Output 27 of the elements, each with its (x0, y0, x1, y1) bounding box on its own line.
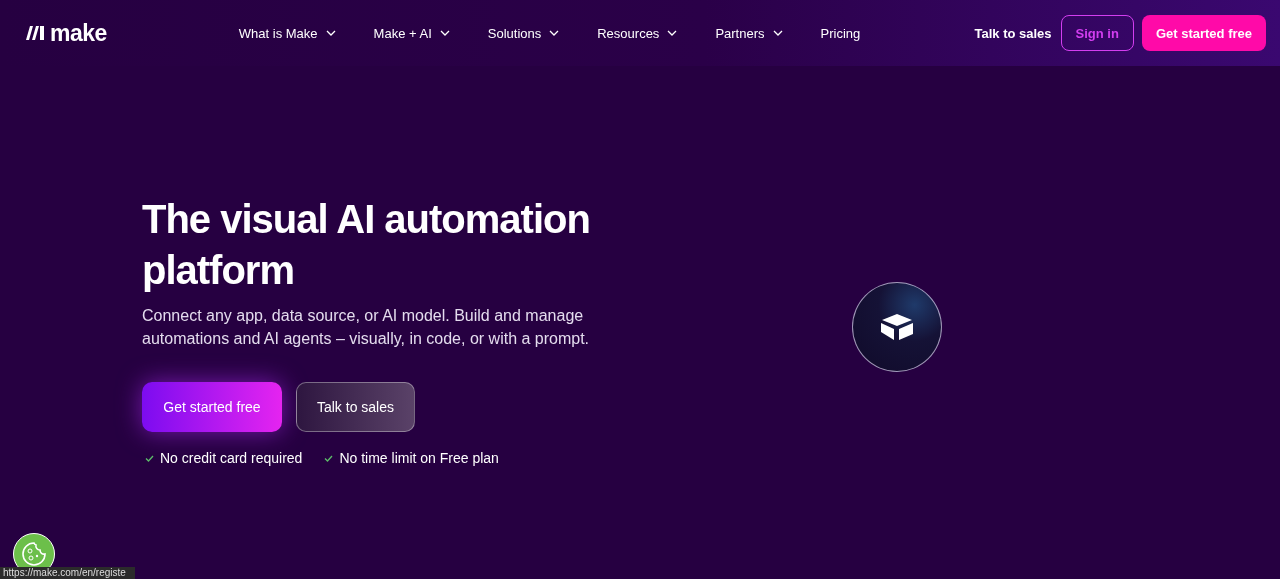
logo-icon (26, 26, 46, 40)
nav-link[interactable]: Solutions (487, 25, 560, 41)
get-started-button[interactable]: Get started free (142, 382, 282, 432)
nav-link[interactable]: Make + AI (373, 25, 450, 41)
chevron-down-icon (772, 30, 783, 36)
chevron-down-icon (439, 30, 450, 36)
nav-link[interactable]: What is Make (238, 25, 336, 41)
feature-text: No time limit on Free plan (339, 450, 499, 466)
chevron-down-icon (549, 30, 560, 36)
logo-text[interactable]: make (50, 19, 107, 47)
hero-subtitle: Connect any app, data source, or AI model. Build and manage automations and AI agents – visually, in code, or with a prompt. (142, 306, 591, 349)
box-icon (880, 314, 914, 340)
hero-title: The visual AI automation platform (142, 196, 591, 294)
nav-link[interactable]: Pricing (820, 25, 861, 41)
feature-text: No credit card required (160, 450, 303, 466)
check-icon (145, 454, 154, 462)
nav-link[interactable]: Resources (597, 25, 678, 41)
talk-to-sales-link[interactable]: Talk to sales (974, 25, 1052, 41)
sign-in-button[interactable]: Sign in (1060, 15, 1134, 51)
chevron-down-icon (667, 30, 678, 36)
talk-to-sales-button[interactable]: Talk to sales (296, 382, 415, 432)
link-url-tooltip: https://make.com/en/registe (0, 567, 135, 579)
chevron-down-icon (325, 30, 336, 36)
get-started-button[interactable]: Get started free (1141, 15, 1266, 51)
nav-link[interactable]: Partners (715, 25, 783, 41)
check-icon (324, 454, 334, 462)
cookie-icon (21, 541, 47, 567)
